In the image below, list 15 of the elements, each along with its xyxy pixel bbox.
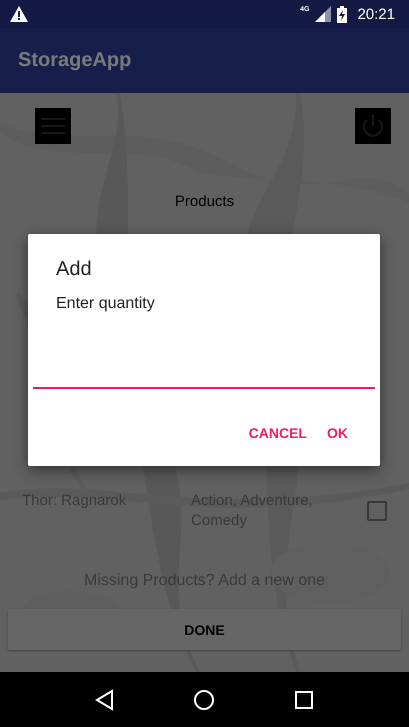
dialog-title: Add (56, 258, 92, 281)
products-heading: Products (174, 192, 234, 212)
app-title: StorageApp (18, 49, 132, 72)
dialog-message: Enter quantity (56, 295, 155, 313)
checkbox[interactable] (367, 501, 387, 521)
back-icon[interactable] (94, 688, 116, 710)
dialog-button[interactable]: CANCEL (240, 419, 315, 447)
battery-icon (337, 6, 348, 22)
clock: 20:21 (357, 6, 395, 22)
warning-icon (10, 6, 28, 22)
done-button[interactable]: DONE (8, 609, 401, 650)
dialog-button[interactable]: OK (319, 419, 356, 447)
signal-icon (315, 6, 332, 22)
recents-icon[interactable] (293, 688, 316, 710)
home-icon[interactable] (193, 688, 216, 710)
